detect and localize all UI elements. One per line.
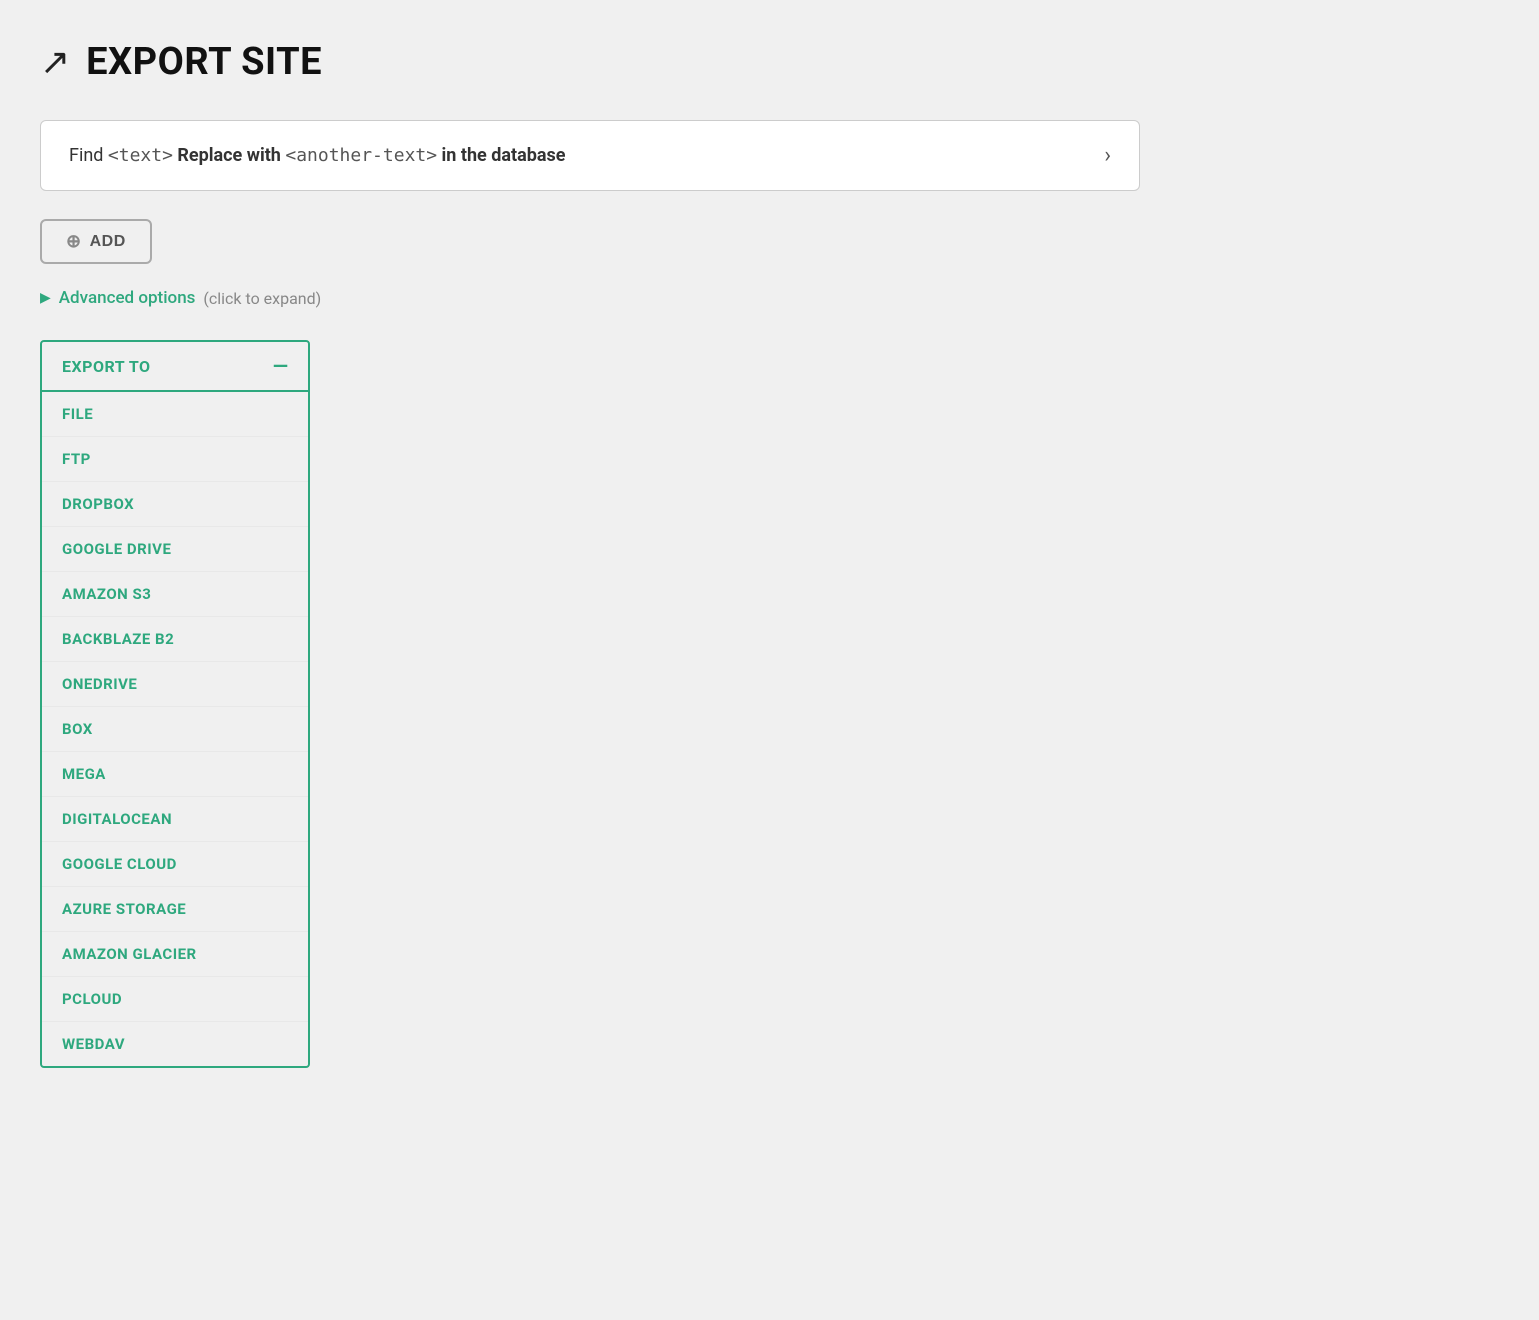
advanced-options-row[interactable]: ▶ Advanced options (click to expand): [40, 288, 1499, 308]
export-destination-item[interactable]: DIGITALOCEAN: [42, 797, 308, 842]
add-button-label: ADD: [90, 233, 126, 251]
export-destination-item[interactable]: BACKBLAZE B2: [42, 617, 308, 662]
find-replace-text: Find <text> Replace with <another-text> …: [69, 145, 565, 166]
export-destination-item[interactable]: FILE: [42, 392, 308, 437]
export-destination-item[interactable]: ONEDRIVE: [42, 662, 308, 707]
export-site-icon: ↗: [40, 41, 70, 83]
find-replace-bar[interactable]: Find <text> Replace with <another-text> …: [40, 120, 1140, 191]
page-header: ↗ EXPORT SITE: [40, 40, 1499, 84]
add-plus-icon: ⊕: [66, 231, 82, 252]
export-panel: EXPORT TO — FILEFTPDROPBOXGOOGLE DRIVEAM…: [40, 340, 310, 1068]
export-destination-item[interactable]: GOOGLE CLOUD: [42, 842, 308, 887]
export-destination-item[interactable]: DROPBOX: [42, 482, 308, 527]
export-destination-item[interactable]: AMAZON S3: [42, 572, 308, 617]
export-destination-item[interactable]: FTP: [42, 437, 308, 482]
page-title: EXPORT SITE: [86, 40, 322, 84]
export-destination-item[interactable]: PCLOUD: [42, 977, 308, 1022]
export-destination-item[interactable]: WEBDAV: [42, 1022, 308, 1066]
add-button[interactable]: ⊕ ADD: [40, 219, 152, 264]
export-destination-item[interactable]: MEGA: [42, 752, 308, 797]
collapse-icon[interactable]: —: [273, 356, 288, 376]
export-panel-header: EXPORT TO —: [42, 342, 308, 392]
export-destination-item[interactable]: AZURE STORAGE: [42, 887, 308, 932]
export-destination-list: FILEFTPDROPBOXGOOGLE DRIVEAMAZON S3BACKB…: [42, 392, 308, 1066]
export-panel-title: EXPORT TO: [62, 357, 151, 376]
advanced-options-label: Advanced options: [59, 288, 196, 308]
export-destination-item[interactable]: BOX: [42, 707, 308, 752]
advanced-options-hint: (click to expand): [203, 289, 321, 308]
find-replace-arrow-icon[interactable]: ›: [1104, 143, 1111, 168]
export-destination-item[interactable]: AMAZON GLACIER: [42, 932, 308, 977]
export-destination-item[interactable]: GOOGLE DRIVE: [42, 527, 308, 572]
triangle-icon: ▶: [40, 290, 51, 306]
